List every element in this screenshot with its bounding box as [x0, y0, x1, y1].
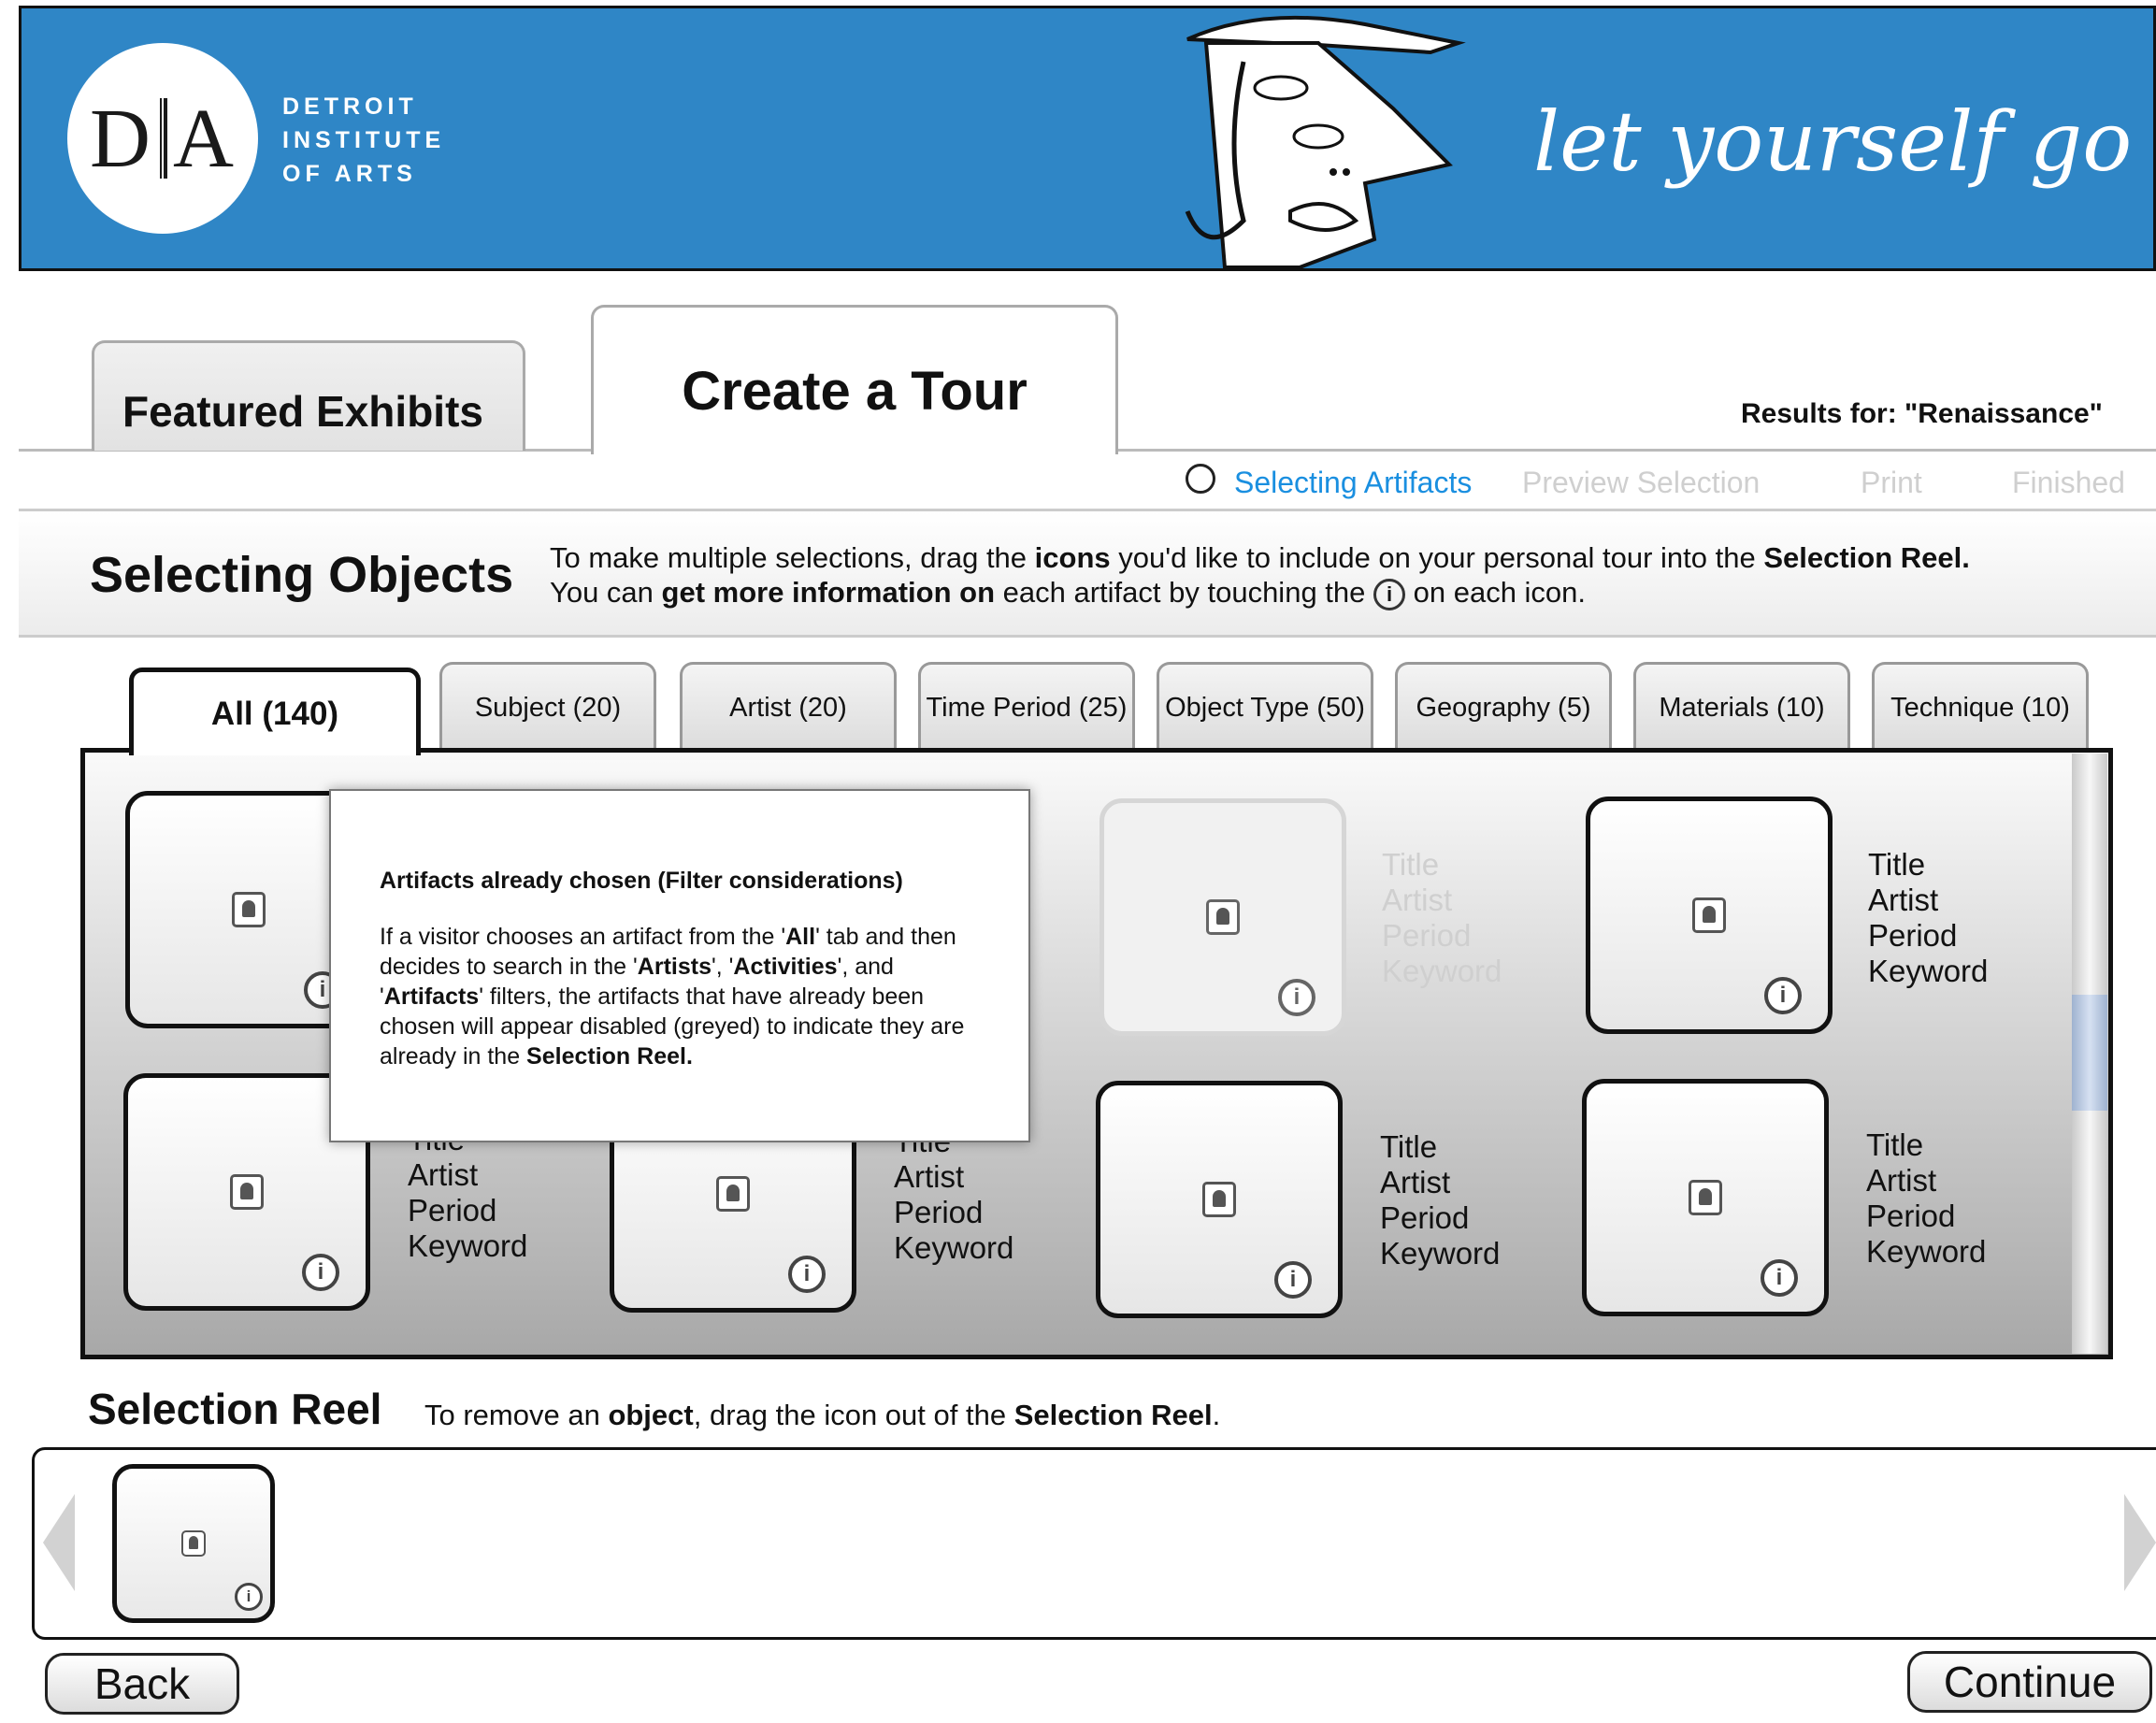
dia-logo: DA: [90, 92, 236, 185]
step-preview-selection[interactable]: Preview Selection: [1522, 466, 1760, 500]
filter-tab-time-period[interactable]: Time Period (25): [918, 662, 1135, 750]
artifact-image-icon: [1206, 899, 1240, 935]
artifact-meta: Title Artist Period Keyword: [1868, 847, 1989, 988]
info-icon: i: [1373, 578, 1405, 610]
logo-wordmark: DETROIT INSTITUTE OF ARTS: [282, 90, 445, 191]
selection-reel[interactable]: [32, 1447, 2156, 1640]
reel-item[interactable]: i: [112, 1464, 275, 1623]
info-icon[interactable]: i: [1764, 977, 1802, 1014]
tagline: let yourself go: [1533, 93, 2133, 190]
artifact-meta: Title Artist Period Keyword: [1380, 1129, 1501, 1271]
step-print[interactable]: Print: [1861, 466, 1922, 500]
selection-reel-instruction: To remove an object, drag the icon out o…: [424, 1399, 1221, 1431]
tab-label: Create a Tour: [682, 361, 1028, 422]
artifact-meta: Title Artist Period Keyword: [894, 1124, 1014, 1265]
filter-tab-materials[interactable]: Materials (10): [1633, 662, 1850, 750]
artifact-image-icon: [716, 1176, 750, 1212]
artifact-card-disabled: i: [1100, 798, 1346, 1036]
tab-label: Featured Exhibits: [122, 387, 483, 436]
back-button[interactable]: Back: [45, 1653, 239, 1715]
artifact-image-icon: [1202, 1182, 1236, 1217]
filter-tab-geography[interactable]: Geography (5): [1395, 662, 1612, 750]
info-icon[interactable]: i: [302, 1254, 339, 1291]
artifact-card[interactable]: i: [1096, 1081, 1343, 1318]
logo-line: INSTITUTE: [282, 127, 446, 153]
reel-scroll-right-icon[interactable]: [2124, 1494, 2156, 1591]
artifact-meta: Title Artist Period Keyword: [408, 1122, 528, 1263]
artifact-meta: Title Artist Period Keyword: [1866, 1127, 1987, 1269]
continue-button[interactable]: Continue: [1907, 1651, 2152, 1713]
artifact-image-icon: [232, 892, 266, 927]
reel-scroll-left-icon[interactable]: [43, 1494, 75, 1591]
selection-reel-title: Selection Reel: [88, 1385, 382, 1433]
info-icon[interactable]: i: [1761, 1259, 1798, 1297]
filter-tab-object-type[interactable]: Object Type (50): [1157, 662, 1373, 750]
tooltip-body: If a visitor chooses an artifact from th…: [380, 924, 965, 1070]
filter-tab-all[interactable]: All (140): [129, 668, 421, 755]
logo-line: DETROIT: [282, 93, 418, 120]
step-selecting-artifacts[interactable]: Selecting Artifacts: [1234, 466, 1472, 500]
tab-featured-exhibits[interactable]: Featured Exhibits: [92, 340, 525, 451]
artifact-meta-disabled: Title Artist Period Keyword: [1382, 847, 1502, 988]
info-icon[interactable]: i: [1278, 979, 1315, 1016]
section-title: Selecting Objects: [90, 547, 514, 603]
tab-create-a-tour[interactable]: Create a Tour: [591, 305, 1118, 454]
results-label: Results for: "Renaissance": [1741, 398, 2103, 429]
face-illustration: [1185, 15, 1466, 269]
artifact-image-icon: [1692, 897, 1726, 933]
artifact-card[interactable]: i: [1582, 1079, 1829, 1316]
artifact-card[interactable]: i: [1586, 797, 1833, 1034]
current-step-indicator: [1186, 464, 1215, 494]
info-icon[interactable]: i: [235, 1583, 263, 1611]
artifact-image-icon: [1689, 1180, 1722, 1215]
artifact-image-icon: [181, 1530, 206, 1557]
filter-tab-artist[interactable]: Artist (20): [680, 662, 897, 750]
instruction-text: To make multiple selections, drag the ic…: [550, 541, 1970, 610]
annotation-tooltip: Artifacts already chosen (Filter conside…: [329, 789, 1030, 1142]
filter-tab-technique[interactable]: Technique (10): [1872, 662, 2089, 750]
info-icon[interactable]: i: [788, 1256, 826, 1293]
artifact-image-icon: [230, 1174, 264, 1210]
tooltip-title: Artifacts already chosen (Filter conside…: [380, 868, 903, 894]
step-finished[interactable]: Finished: [2012, 466, 2125, 500]
scrollbar-thumb[interactable]: [2072, 995, 2107, 1111]
logo-line: OF ARTS: [282, 161, 417, 187]
info-icon[interactable]: i: [1274, 1261, 1312, 1299]
filter-tab-subject[interactable]: Subject (20): [439, 662, 656, 750]
